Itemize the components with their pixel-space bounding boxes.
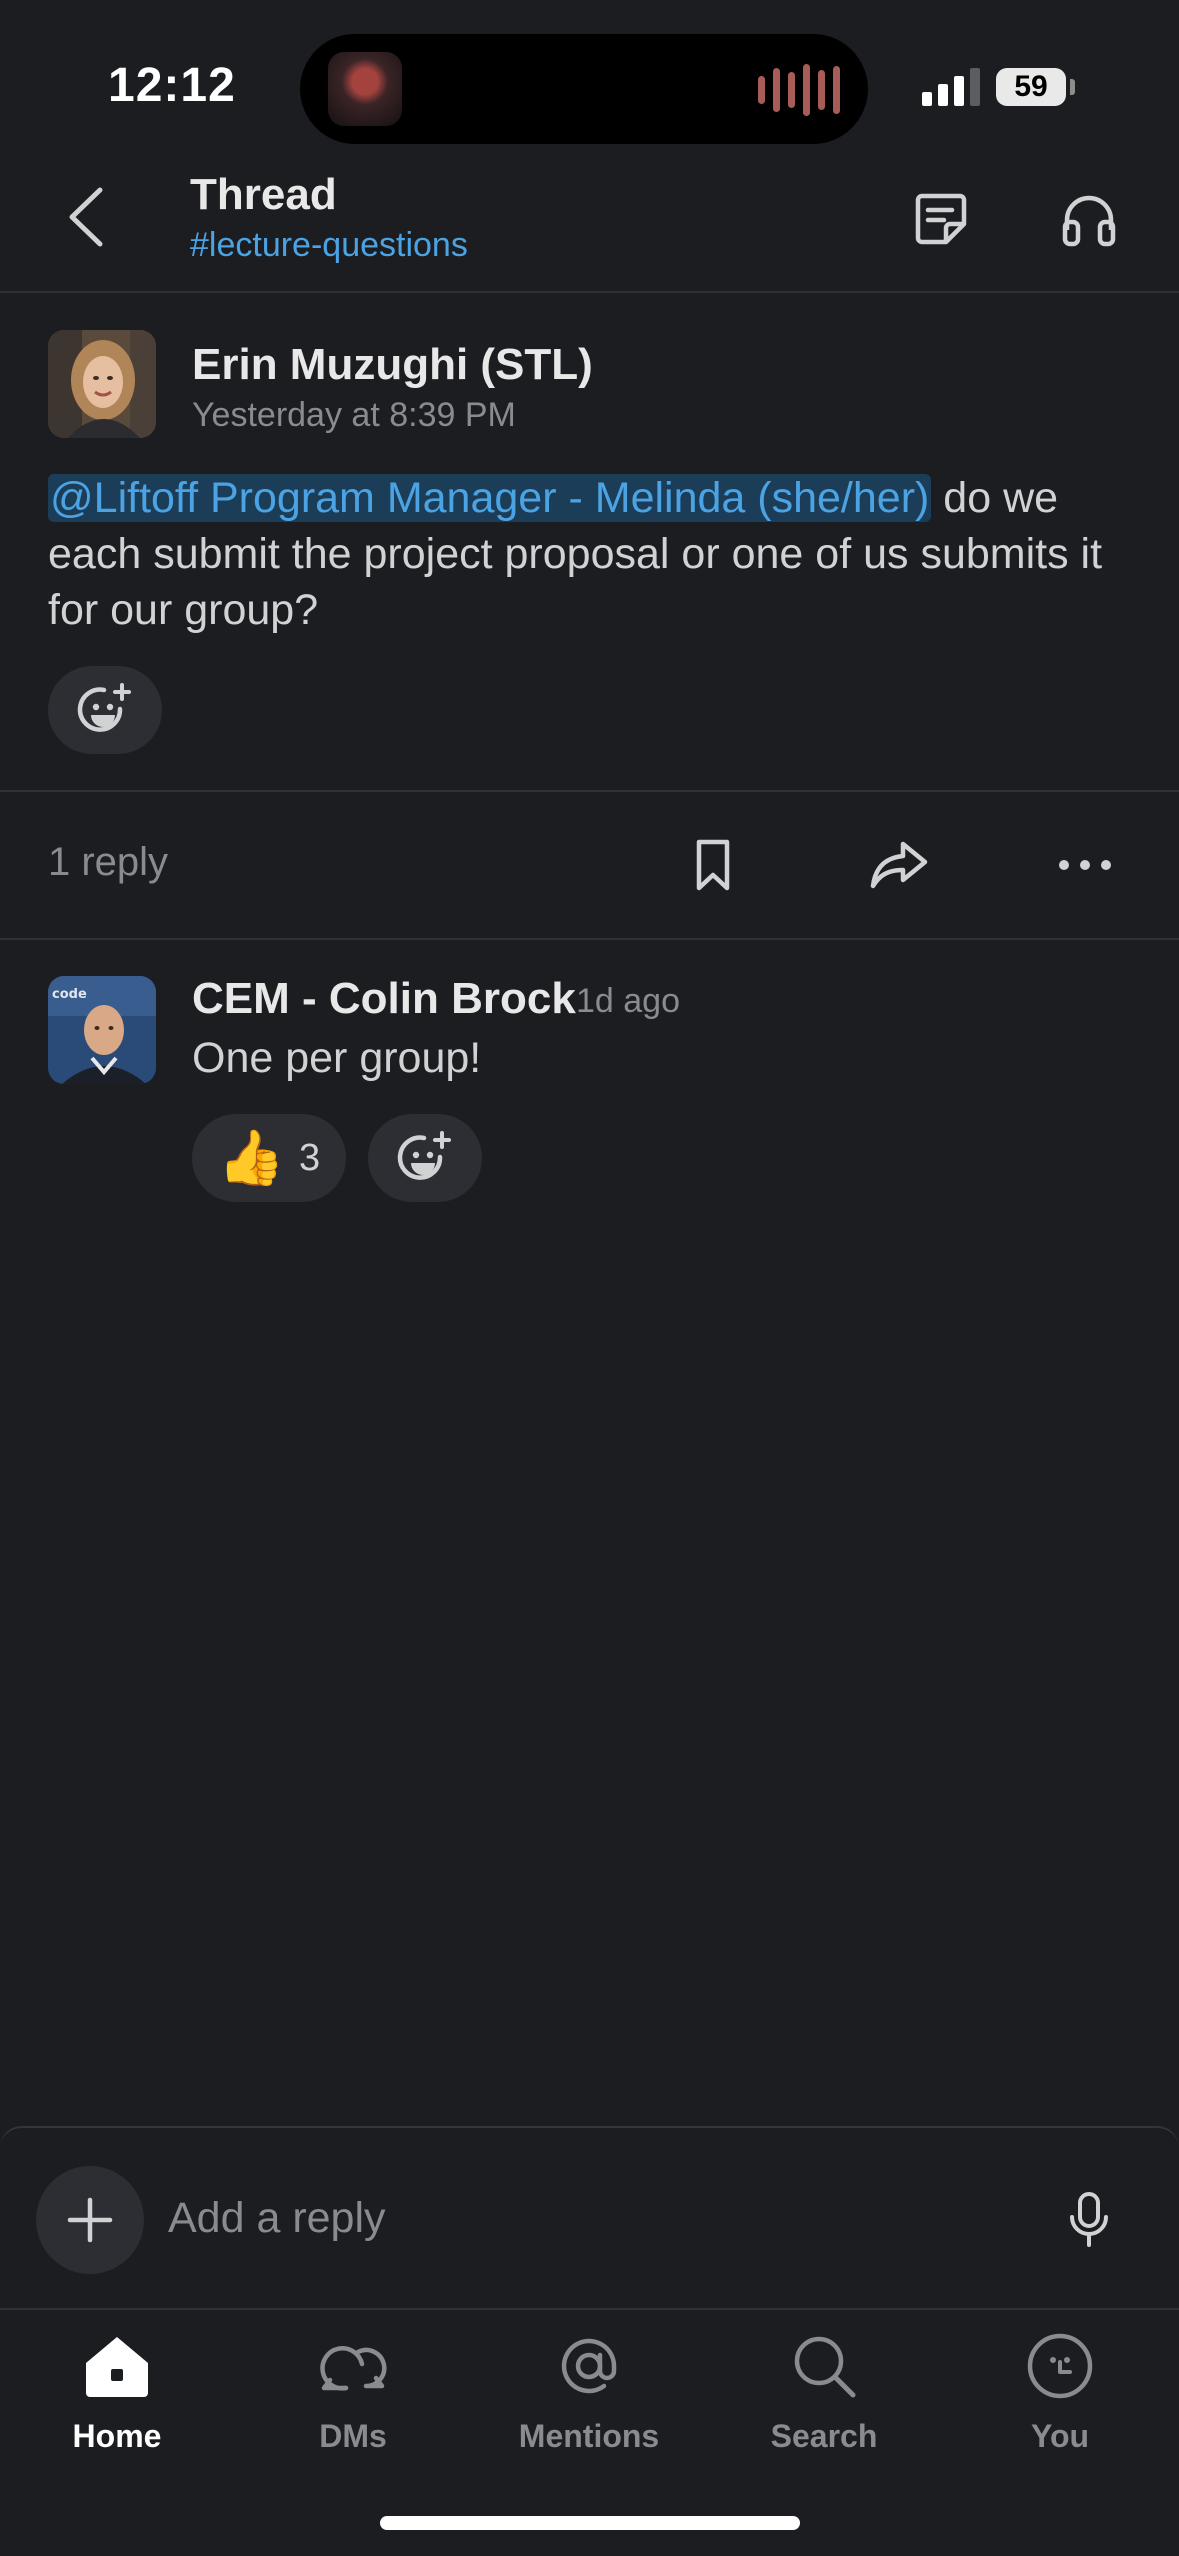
- avatar-colin[interactable]: code: [48, 976, 156, 1084]
- tab-label: You: [1030, 2418, 1090, 2454]
- message-text: @Liftoff Program Manager - Melinda (she/…: [48, 470, 1148, 638]
- svg-text:code: code: [52, 987, 87, 1002]
- tab-search[interactable]: Search: [724, 2326, 924, 2476]
- avatar-photo: code: [48, 976, 156, 1084]
- home-indicator[interactable]: [380, 2516, 800, 2530]
- avatar-erin[interactable]: [48, 330, 156, 438]
- audio-waveform-icon: [758, 64, 840, 116]
- divider: [0, 938, 1179, 940]
- save-button[interactable]: [678, 830, 748, 900]
- thumbs-up-reaction[interactable]: 👍 3: [192, 1114, 346, 1202]
- reply-composer: [0, 2126, 1179, 2308]
- tab-label: Search: [770, 2418, 878, 2454]
- reaction-count: 3: [299, 1136, 321, 1179]
- channel-link[interactable]: #lecture-questions: [190, 226, 468, 265]
- status-time: 12:12: [108, 59, 236, 112]
- chevron-left-icon: [69, 187, 103, 247]
- share-icon: [870, 841, 928, 889]
- tab-label: Mentions: [518, 2418, 660, 2454]
- bookmark-icon: [696, 839, 730, 891]
- avatar-photo: [48, 330, 156, 438]
- tab-dms[interactable]: DMs: [253, 2326, 453, 2476]
- tab-label: DMs: [319, 2418, 387, 2454]
- dms-icon: [313, 2326, 393, 2406]
- page-title: Thread: [190, 170, 337, 219]
- reply-timestamp: 1d ago: [576, 982, 680, 1020]
- tab-mentions[interactable]: Mentions: [489, 2326, 689, 2476]
- you-icon: [1020, 2326, 1100, 2406]
- battery-indicator: 59: [996, 68, 1066, 106]
- tab-home[interactable]: Home: [17, 2326, 217, 2476]
- add-reaction-button[interactable]: [48, 666, 162, 754]
- add-reaction-icon: [397, 1131, 451, 1180]
- reply-count: 1 reply: [48, 840, 169, 884]
- tab-label: Home: [72, 2418, 162, 2454]
- huddle-button[interactable]: [1054, 184, 1124, 254]
- dynamic-island[interactable]: [300, 34, 868, 144]
- reply-input[interactable]: [168, 2188, 1008, 2248]
- canvas-icon: [915, 193, 967, 245]
- add-reaction-button[interactable]: [368, 1114, 482, 1202]
- add-reaction-icon: [77, 683, 131, 732]
- more-actions-button[interactable]: [1050, 830, 1120, 900]
- now-playing-artwork: [328, 52, 402, 126]
- reply-author[interactable]: CEM - Colin Brock: [192, 974, 576, 1024]
- back-button[interactable]: [56, 182, 116, 252]
- attach-button[interactable]: [36, 2166, 144, 2274]
- message-author[interactable]: Erin Muzughi (STL): [192, 340, 593, 390]
- microphone-icon: [1070, 2192, 1108, 2247]
- divider: [0, 790, 1179, 792]
- headphones-icon: [1062, 195, 1116, 247]
- cellular-signal-icon: [922, 66, 980, 106]
- message-timestamp: Yesterday at 8:39 PM: [192, 396, 516, 434]
- search-icon: [784, 2326, 864, 2406]
- plus-icon: [67, 2197, 113, 2243]
- canvas-button[interactable]: [906, 184, 976, 254]
- user-mention[interactable]: @Liftoff Program Manager - Melinda (she/…: [48, 474, 932, 522]
- thread-header: Thread #lecture-questions: [0, 150, 1179, 293]
- tab-you[interactable]: You: [960, 2326, 1160, 2476]
- battery-tip: [1070, 79, 1075, 95]
- voice-clip-button[interactable]: [1056, 2184, 1122, 2256]
- more-icon: [1059, 860, 1111, 870]
- home-icon: [77, 2326, 157, 2406]
- reply-text: One per group!: [192, 1034, 482, 1082]
- thread-screen: 12:12 59 Thread #lecture-questions Erin …: [0, 0, 1179, 2556]
- at-icon: [549, 2326, 629, 2406]
- thumbs-up-icon: 👍: [217, 1126, 286, 1189]
- share-button[interactable]: [864, 830, 934, 900]
